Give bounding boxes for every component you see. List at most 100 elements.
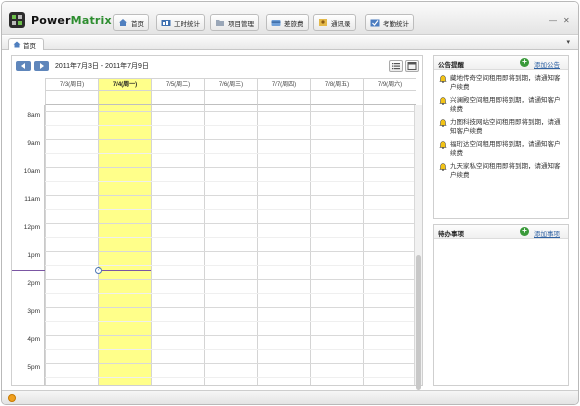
card-icon [271,20,281,26]
calendar-toolbar: 2011年7月3日 - 2011年7月9日 [12,56,422,76]
nav-travel-expense-button[interactable]: 差旅费 [266,14,309,31]
announcement-text: 福珩达空间租用即将到期，请通知客户续费 [450,141,561,157]
day-column[interactable] [310,105,363,385]
todo-title: 待办事项 [438,231,464,238]
day-column[interactable] [363,105,414,385]
all-day-cell[interactable] [363,91,416,105]
current-time-line [98,270,151,271]
announcement-list: 藏地传奇空间租用即将到期，请通知客户续费兴澜殿空间租用即将到期，请通知客户续费力… [434,70,568,182]
todo-panel: 待办事项 + 添加事项 [433,224,569,386]
half-hour-line [45,321,414,322]
day-header: 7/8(周五) [310,78,363,91]
announcement-item[interactable]: 九天家私空间租用即将到期，请通知客户续费 [434,160,568,182]
all-day-cell[interactable] [45,91,98,105]
day-header: 7/9(周六) [363,78,416,91]
previous-week-button[interactable] [16,61,31,71]
add-announcement-link[interactable]: 添加公告 [534,59,560,69]
announcements-panel: 公告提醒 + 添加公告 藏地传奇空间租用即将到期，请通知客户续费兴澜殿空间租用即… [433,55,569,219]
announcement-item[interactable]: 兴澜殿空间租用即将到期，请通知客户续费 [434,94,568,116]
hour-line [12,307,414,308]
half-hour-line [45,293,414,294]
scrollbar-thumb[interactable] [416,255,421,390]
half-hour-line [45,265,414,266]
nav-attendance-button[interactable]: 考勤统计 [365,14,414,31]
day-column[interactable] [204,105,257,385]
tab-home[interactable]: 首页 [8,38,44,50]
all-day-cell[interactable] [98,91,151,105]
minimize-button[interactable]: — [549,16,557,25]
calendar-icon [407,62,417,70]
hour-label: 1pm [27,252,40,259]
hour-label: 2pm [27,280,40,287]
announcement-item[interactable]: 力图科技网站空间租用即将到期，请通知客户续费 [434,116,568,138]
announcement-text: 兴澜殿空间租用即将到期，请通知客户续费 [450,97,561,113]
list-icon [392,63,400,70]
list-view-button[interactable] [389,60,403,72]
day-column[interactable] [151,105,204,385]
hour-line [12,279,414,280]
all-day-cell[interactable] [151,91,204,105]
status-icon [8,394,16,402]
status-bar [2,390,578,404]
current-time-marker-icon: ? [95,267,102,274]
hour-line [12,111,414,112]
announcement-item[interactable]: 藏地传奇空间租用即将到期，请通知客户续费 [434,72,568,94]
nav-timesheet-button[interactable]: 工时统计 [156,14,205,31]
bell-icon [439,75,447,83]
next-week-button[interactable] [34,61,49,71]
calendar-view-button[interactable] [405,60,419,72]
hour-line [12,139,414,140]
add-icon: + [520,227,529,236]
day-header: 7/5(周二) [151,78,204,91]
tab-bar: 首页 ▾ [2,36,578,50]
half-hour-line [45,125,414,126]
close-button[interactable]: ✕ [563,16,570,25]
day-column[interactable] [257,105,310,385]
hour-label: 4pm [27,336,40,343]
arrow-right-icon [40,63,44,69]
announcements-title: 公告提醒 [438,62,464,69]
half-hour-line [45,237,414,238]
current-time-line [12,270,45,271]
hour-line [12,167,414,168]
time-axis: 8am 9am 10am 11am 12pm 1pm 2pm 3pm 4pm 5pm [12,105,45,385]
nav-contacts-button[interactable]: 通讯录 [313,14,356,31]
day-column[interactable] [98,105,151,385]
day-header: 7/7(周四) [257,78,310,91]
home-icon [13,41,21,48]
all-day-cell[interactable] [257,91,310,105]
hour-label: 11am [24,196,40,203]
contacts-icon [319,19,327,26]
app-window: PowerMatrix 首页 工时统计 项目管理 差旅费 通讯录 考勤统计 — … [1,1,579,405]
hour-line [12,223,414,224]
hour-label: 3pm [27,308,40,315]
day-header: 7/4(周一) [98,78,151,91]
hour-line [12,195,414,196]
half-hour-line [45,377,414,378]
vertical-scrollbar[interactable] [414,105,422,390]
all-day-cell[interactable] [204,91,257,105]
logo-icon [9,12,25,28]
half-hour-line [45,153,414,154]
add-icon: + [520,58,529,67]
tab-menu-dropdown-icon[interactable]: ▾ [566,38,570,46]
day-column[interactable] [45,105,98,385]
announcement-text: 九天家私空间租用即将到期，请通知客户续费 [450,163,561,179]
hour-label: 9am [27,140,40,147]
todo-header: 待办事项 + 添加事项 [434,225,568,239]
calendar-panel: 2011年7月3日 - 2011年7月9日 7/3(周日) 7/4(周一) 7/5(… [11,55,423,390]
bell-icon [439,141,447,149]
hour-label: 10am [23,168,40,175]
half-hour-line [45,181,414,182]
home-icon [119,19,127,26]
chart-icon [161,20,171,26]
attendance-icon [370,19,380,27]
add-todo-link[interactable]: 添加事项 [534,228,560,238]
nav-home-button[interactable]: 首页 [113,14,149,31]
date-range-label: 2011年7月3日 - 2011年7月9日 [55,63,149,70]
all-day-cell[interactable] [310,91,363,105]
announcement-item[interactable]: 福珩达空间租用即将到期，请通知客户续费 [434,138,568,160]
hour-line [12,363,414,364]
brand-name: PowerMatrix [31,14,112,27]
nav-projects-button[interactable]: 项目管理 [210,14,259,31]
